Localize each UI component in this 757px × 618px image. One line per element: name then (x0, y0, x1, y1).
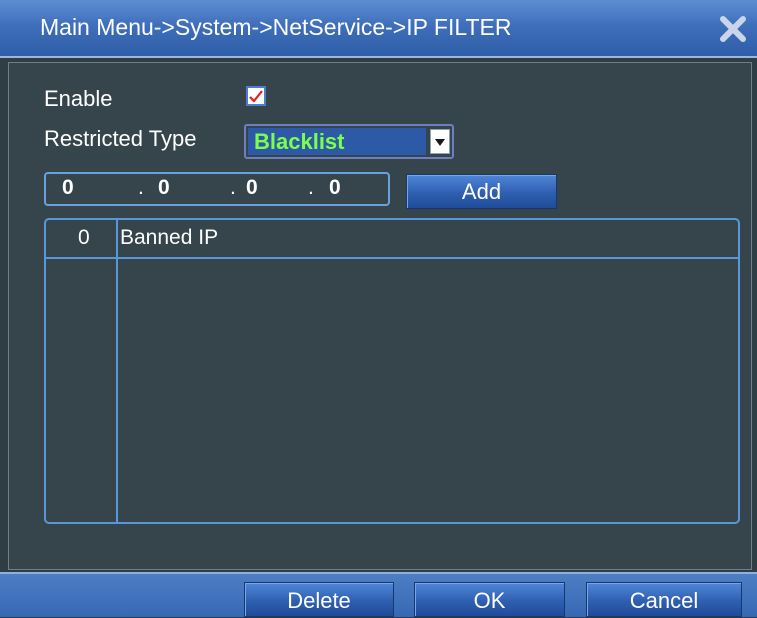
title-bar: Main Menu->System->NetService->IP FILTER (0, 0, 757, 58)
ip-dot-3: . (308, 176, 314, 199)
table-header-divider (46, 257, 738, 259)
restricted-type-value: Blacklist (248, 128, 426, 155)
banned-ip-table: 0 Banned IP (44, 218, 740, 524)
ip-octet-3[interactable]: 0 (246, 176, 258, 200)
add-button[interactable]: Add (406, 174, 557, 209)
ip-dot-1: . (138, 176, 144, 199)
delete-button[interactable]: Delete (244, 582, 394, 617)
checkmark-icon (249, 90, 263, 103)
ip-address-input[interactable]: 0 . 0 . 0 . 0 (44, 172, 390, 206)
enable-checkbox[interactable] (246, 86, 266, 106)
close-icon[interactable] (716, 12, 750, 46)
ip-dot-2: . (230, 176, 236, 199)
ip-octet-1[interactable]: 0 (62, 176, 74, 200)
ip-octet-4[interactable]: 0 (329, 176, 341, 200)
banned-ip-column-header: Banned IP (120, 226, 219, 249)
banned-ip-count: 0 (78, 226, 90, 249)
ip-filter-window: Main Menu->System->NetService->IP FILTER… (0, 0, 757, 617)
enable-label: Enable (44, 86, 113, 111)
window-title: Main Menu->System->NetService->IP FILTER (40, 14, 512, 40)
restricted-type-label: Restricted Type (44, 126, 197, 151)
chevron-down-icon[interactable] (430, 129, 450, 154)
cancel-button[interactable]: Cancel (586, 582, 742, 617)
ok-button[interactable]: OK (414, 582, 565, 617)
ip-octet-2[interactable]: 0 (158, 176, 170, 200)
restricted-type-select[interactable]: Blacklist (244, 124, 454, 159)
table-column-divider (116, 220, 118, 522)
